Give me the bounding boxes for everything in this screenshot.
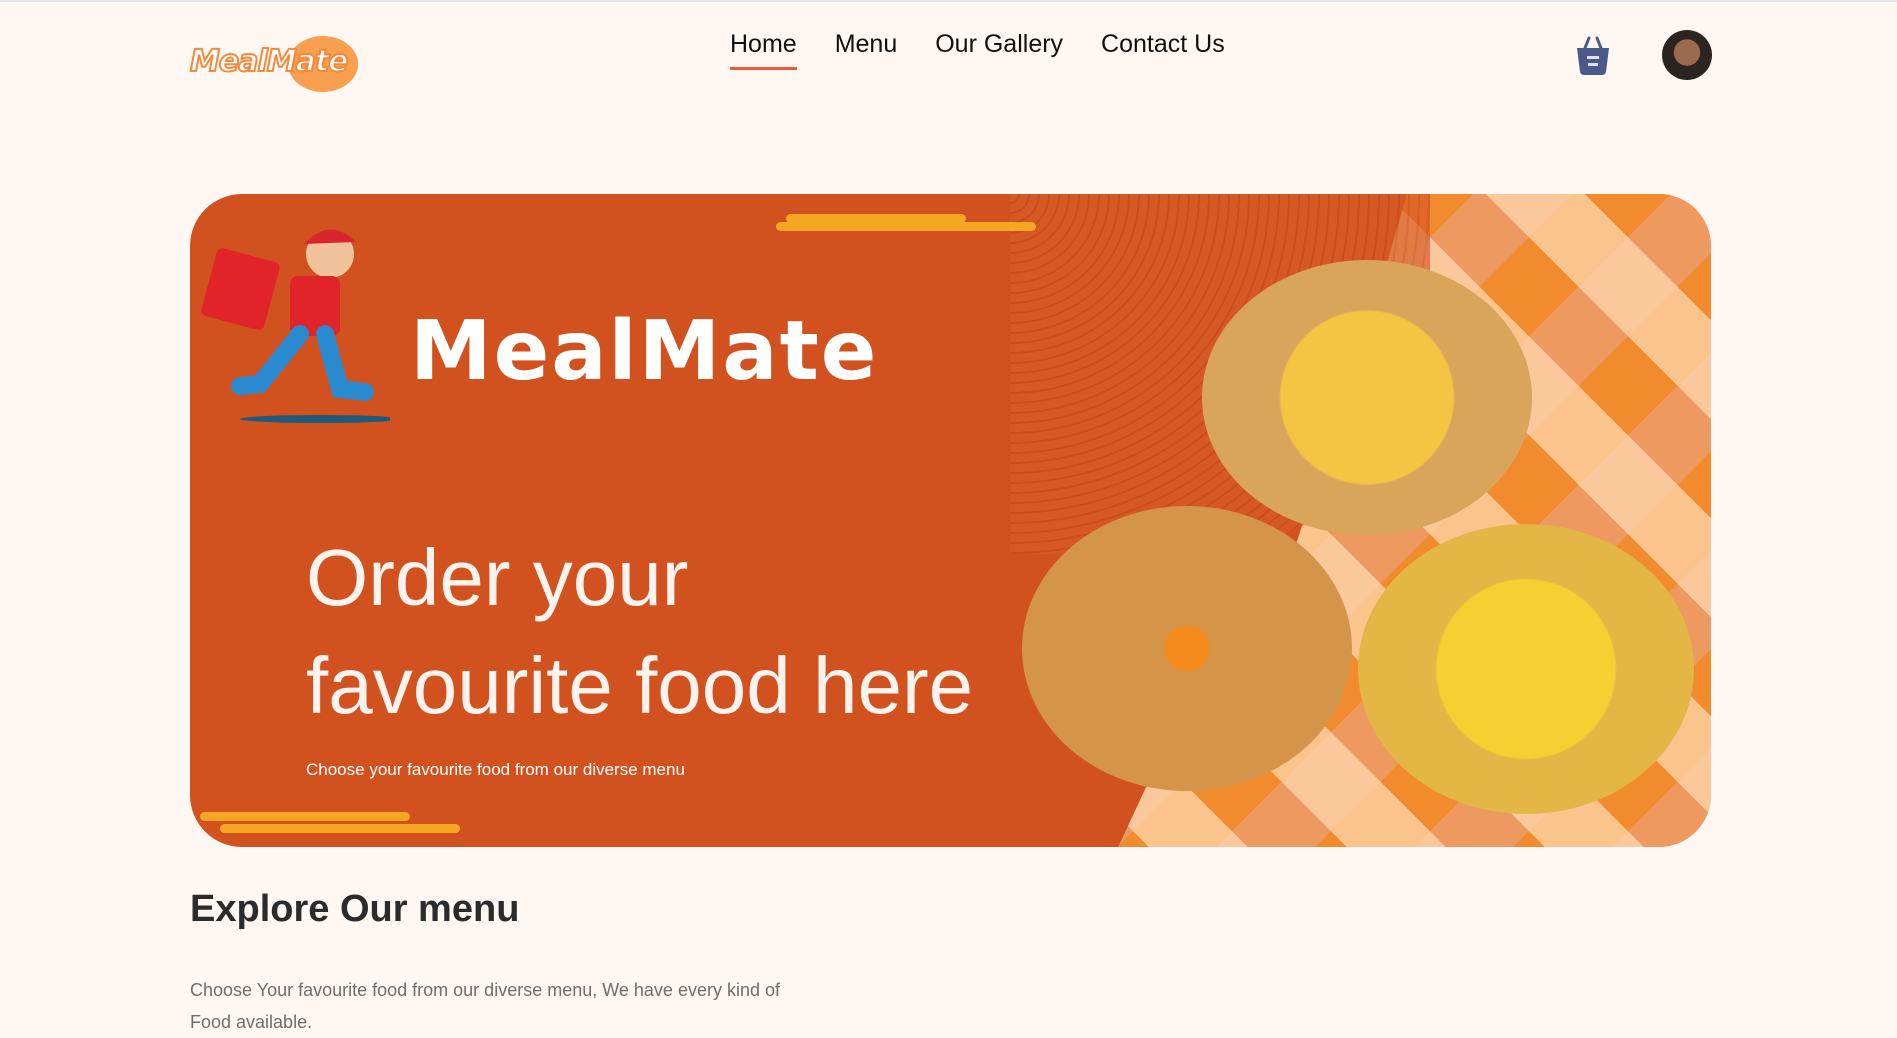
delivery-mascot-icon bbox=[200, 214, 400, 424]
user-avatar[interactable] bbox=[1662, 30, 1712, 80]
nav-menu[interactable]: Menu bbox=[835, 30, 898, 70]
noodle-bowl-image bbox=[1022, 506, 1352, 791]
menu-description: Choose Your favourite food from our dive… bbox=[190, 980, 780, 1032]
hero-subtitle: Choose your favourite food from our dive… bbox=[306, 760, 685, 779]
noodle-bowl-image bbox=[1358, 524, 1694, 814]
hero-title-line: Order your bbox=[306, 533, 689, 622]
logo[interactable]: MealMate bbox=[189, 30, 358, 92]
hero-title-line: favourite food here bbox=[306, 641, 974, 730]
nav-contact[interactable]: Contact Us bbox=[1101, 30, 1225, 70]
main-nav: Home Menu Our Gallery Contact Us bbox=[730, 30, 1225, 70]
hero-title: Order your favourite food here bbox=[306, 524, 973, 740]
nav-gallery[interactable]: Our Gallery bbox=[935, 30, 1063, 70]
hero-brand: MealMate bbox=[410, 304, 879, 399]
decor-stripe bbox=[200, 812, 410, 821]
logo-text: MealMate bbox=[189, 43, 350, 80]
noodle-bowl-image bbox=[1202, 260, 1532, 535]
hero-banner: MealMate Order your favourite food here … bbox=[190, 194, 1711, 847]
menu-heading: Explore Our menu bbox=[190, 888, 520, 930]
nav-home[interactable]: Home bbox=[730, 30, 797, 70]
decor-stripe bbox=[776, 222, 1036, 231]
decor-stripe bbox=[220, 824, 460, 833]
basket-icon[interactable] bbox=[1574, 34, 1612, 76]
